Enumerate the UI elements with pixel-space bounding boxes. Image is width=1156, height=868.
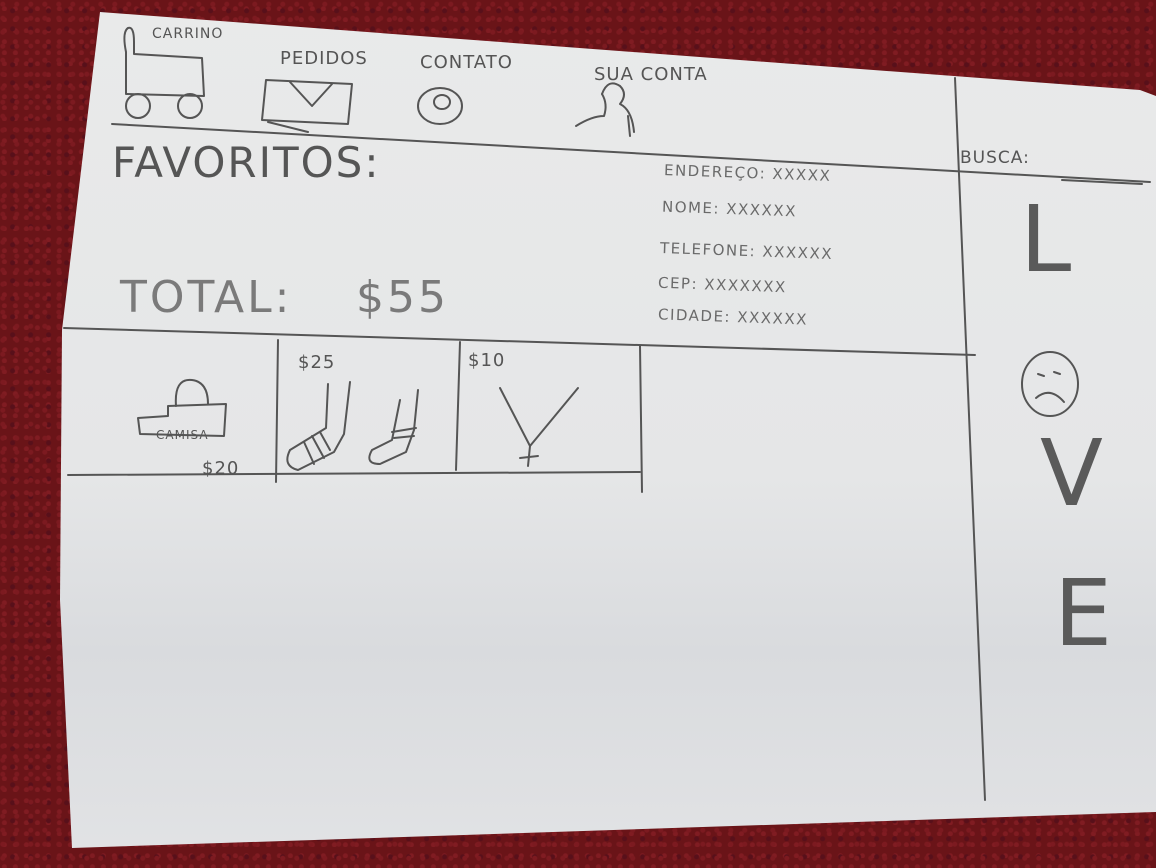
orders-envelope-icon[interactable]	[258, 74, 358, 134]
nav-contato-label[interactable]: CONTATO	[420, 52, 513, 73]
socks-icon	[286, 381, 419, 471]
nav-sua-conta-label[interactable]: SUA CONTA	[594, 64, 708, 85]
account-person-icon[interactable]	[568, 76, 648, 140]
product-card-socks[interactable]: $25	[280, 340, 458, 480]
love-letter-e: E	[1054, 560, 1114, 667]
necklace-icon	[499, 387, 579, 467]
product-name-camisa: CAMISA	[156, 428, 209, 442]
favoritos-title: FAVORITOS:	[112, 138, 381, 187]
product-price-necklace: $10	[468, 350, 506, 371]
total-label: TOTAL:	[120, 272, 293, 323]
nav-carrinho-label[interactable]: CARRINO	[152, 26, 223, 42]
total-value: $55	[356, 272, 449, 323]
nav-pedidos-label[interactable]: PEDIDOS	[280, 48, 368, 69]
love-letter-l: L	[1020, 186, 1073, 293]
love-letter-o-face	[1021, 351, 1079, 417]
product-card-necklace[interactable]: $10	[460, 342, 640, 472]
love-letter-v: V	[1040, 420, 1104, 527]
product-price-camisa: $20	[202, 458, 240, 479]
search-label: BUSCA:	[960, 148, 1030, 168]
bag-icon	[137, 378, 227, 437]
search-input[interactable]	[1062, 156, 1142, 182]
product-card-camisa[interactable]: CAMISA $20	[70, 332, 278, 480]
contact-at-icon[interactable]	[412, 82, 472, 132]
